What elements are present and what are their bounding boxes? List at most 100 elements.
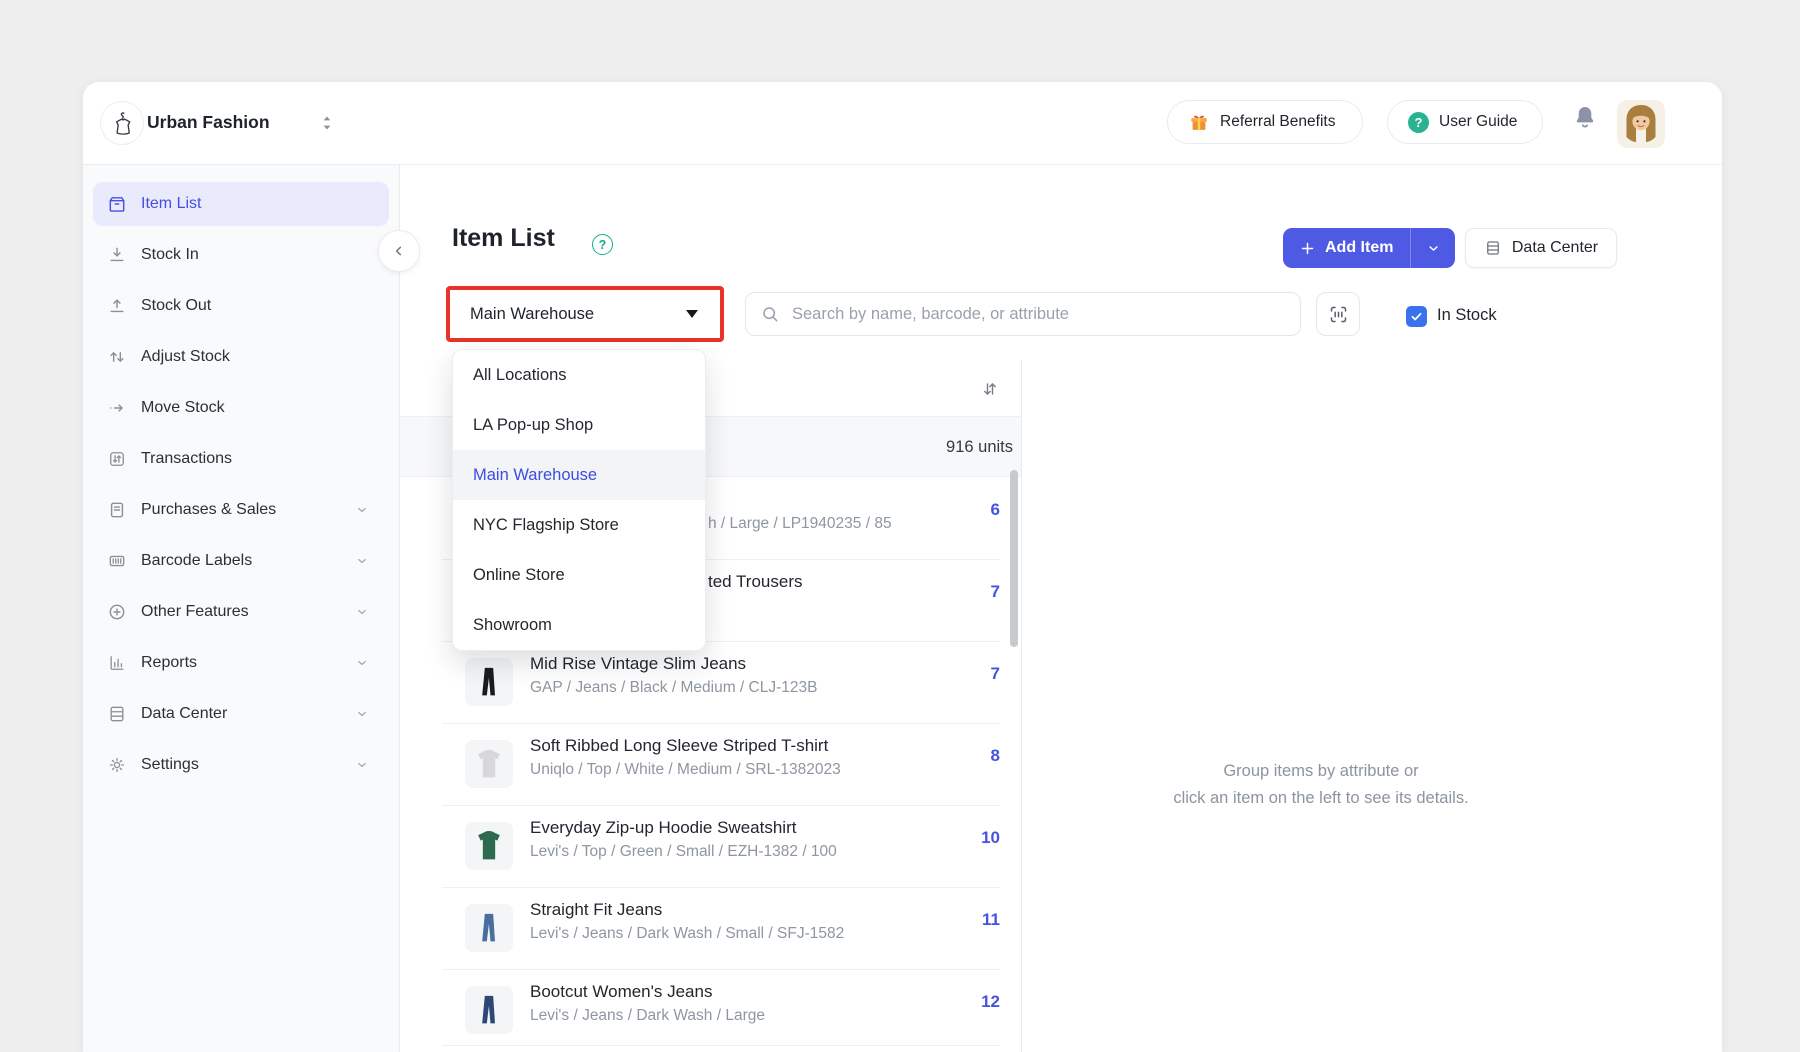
chevron-left-icon — [391, 243, 407, 259]
item-thumbnail — [465, 986, 513, 1034]
sidebar-item-stock-in[interactable]: Stock In — [93, 233, 389, 277]
item-attributes: Levi's / Jeans / Dark Wash / Large — [530, 1006, 765, 1026]
search-input[interactable] — [790, 304, 1286, 325]
data-center-button[interactable]: Data Center — [1465, 228, 1617, 268]
package-box-icon — [107, 194, 127, 214]
location-option-all-locations[interactable]: All Locations — [453, 350, 705, 400]
item-row[interactable]: Straight Fit Jeans Levi's / Jeans / Dark… — [400, 887, 1021, 969]
sidebar-item-label: Adjust Stock — [141, 348, 230, 366]
list-scrollbar-thumb[interactable] — [1010, 470, 1018, 647]
item-thumbnail — [465, 904, 513, 952]
sidebar-item-label: Item List — [141, 195, 201, 213]
document-icon — [107, 500, 127, 520]
tshirt-hanger-icon — [109, 110, 136, 137]
gear-icon — [107, 755, 127, 775]
jeans-image — [469, 662, 509, 702]
sidebar-item-reports[interactable]: Reports — [93, 641, 389, 685]
location-select-annotation: Main Warehouse — [446, 286, 724, 342]
jeans-image — [469, 990, 509, 1030]
user-avatar[interactable] — [1617, 100, 1665, 148]
question-circle-icon: ? — [1408, 112, 1429, 133]
gift-icon — [1188, 111, 1210, 133]
sidebar-item-purchases-sales[interactable]: Purchases & Sales — [93, 488, 389, 532]
database-icon — [1484, 239, 1502, 257]
empty-state-line1: Group items by attribute or — [1021, 758, 1621, 785]
sidebar-collapse-button[interactable] — [378, 230, 420, 272]
sidebar-item-label: Stock In — [141, 246, 199, 264]
chevron-down-icon — [1426, 241, 1441, 256]
item-row[interactable]: Mid Rise Vintage Slim Jeans GAP / Jeans … — [400, 641, 1021, 723]
sidebar-item-other-features[interactable]: Other Features — [93, 590, 389, 634]
jeans-image — [469, 908, 509, 948]
location-option-showroom[interactable]: Showroom — [453, 600, 705, 650]
user-guide-button[interactable]: ? User Guide — [1387, 100, 1543, 144]
item-quantity: 7 — [920, 580, 1000, 604]
up-down-triangles-icon — [320, 114, 334, 132]
location-option-online-store[interactable]: Online Store — [453, 550, 705, 600]
item-row[interactable]: Bootcut Women's Jeans Levi's / Jeans / D… — [400, 969, 1021, 1051]
item-thumbnail — [465, 740, 513, 788]
chevron-down-icon — [355, 707, 369, 721]
item-row[interactable]: Everyday Zip-up Hoodie Sweatshirt Levi's… — [400, 805, 1021, 887]
item-quantity: 12 — [920, 990, 1000, 1014]
sidebar-item-stock-out[interactable]: Stock Out — [93, 284, 389, 328]
sidebar-item-data-center[interactable]: Data Center — [93, 692, 389, 736]
chevron-down-icon — [355, 758, 369, 772]
sidebar: Item List Stock In Stock Out Adjust Stoc… — [83, 165, 400, 1052]
add-item-button[interactable]: Add Item — [1283, 228, 1455, 268]
item-thumbnail — [465, 822, 513, 870]
plus-icon — [1299, 240, 1316, 257]
sidebar-item-move-stock[interactable]: Move Stock — [93, 386, 389, 430]
item-name: Soft Ribbed Long Sleeve Striped T-shirt — [530, 735, 828, 757]
in-stock-checkbox[interactable] — [1406, 306, 1427, 327]
sidebar-item-transactions[interactable]: Transactions — [93, 437, 389, 481]
add-item-dropdown-button[interactable] — [1410, 228, 1455, 268]
sort-button[interactable] — [976, 375, 1004, 403]
page-title: Item List — [452, 224, 555, 253]
workspace-switcher[interactable] — [320, 114, 334, 132]
sidebar-item-label: Stock Out — [141, 297, 211, 315]
item-row[interactable]: Soft Ribbed Long Sleeve Striped T-shirt … — [400, 723, 1021, 805]
circle-plus-icon — [107, 602, 127, 622]
divider — [442, 1045, 1000, 1046]
sidebar-item-barcode-labels[interactable]: Barcode Labels — [93, 539, 389, 583]
item-name-partial: ted Trousers — [708, 571, 803, 593]
data-center-label: Data Center — [1512, 239, 1598, 257]
item-name: Bootcut Women's Jeans — [530, 981, 712, 1003]
barcode-tag-icon — [107, 551, 127, 571]
sidebar-item-adjust-stock[interactable]: Adjust Stock — [93, 335, 389, 379]
location-option-main-warehouse[interactable]: Main Warehouse — [453, 450, 705, 500]
barcode-scan-icon — [1328, 304, 1349, 325]
workspace-name: Urban Fashion — [147, 112, 270, 133]
location-select[interactable]: Main Warehouse — [450, 305, 686, 324]
sidebar-item-settings[interactable]: Settings — [93, 743, 389, 787]
sidebar-item-label: Move Stock — [141, 399, 225, 417]
total-units: 916 units — [700, 417, 1013, 477]
sidebar-item-label: Purchases & Sales — [141, 501, 276, 519]
search-bar — [745, 292, 1301, 336]
item-name: Straight Fit Jeans — [530, 899, 662, 921]
referral-benefits-button[interactable]: Referral Benefits — [1167, 100, 1363, 144]
sidebar-item-item-list[interactable]: Item List — [93, 182, 389, 226]
sidebar-item-label: Barcode Labels — [141, 552, 252, 570]
arrow-down-to-line-icon — [107, 245, 127, 265]
location-option-la-pop-up-shop[interactable]: LA Pop-up Shop — [453, 400, 705, 450]
notifications-button[interactable] — [1572, 104, 1598, 130]
chevron-down-icon — [355, 605, 369, 619]
item-attributes-partial: h / Large / LP1940235 / 85 — [708, 514, 892, 534]
item-attributes: GAP / Jeans / Black / Medium / CLJ-123B — [530, 678, 817, 698]
filled-caret-down-icon — [686, 310, 698, 318]
panel-divider — [1021, 360, 1022, 1052]
item-quantity: 11 — [920, 908, 1000, 932]
hoodie-image — [469, 826, 509, 866]
sidebar-item-label: Other Features — [141, 603, 249, 621]
chevron-down-icon — [355, 656, 369, 670]
location-dropdown-menu: All Locations LA Pop-up Shop Main Wareho… — [452, 349, 706, 651]
box-arrows-icon — [107, 449, 127, 469]
location-option-nyc-flagship-store[interactable]: NYC Flagship Store — [453, 500, 705, 550]
barcode-scan-button[interactable] — [1316, 292, 1360, 336]
search-icon — [760, 304, 780, 324]
check-icon — [1410, 310, 1423, 323]
page-help-icon[interactable]: ? — [592, 234, 613, 255]
arrows-up-down-icon — [107, 347, 127, 367]
